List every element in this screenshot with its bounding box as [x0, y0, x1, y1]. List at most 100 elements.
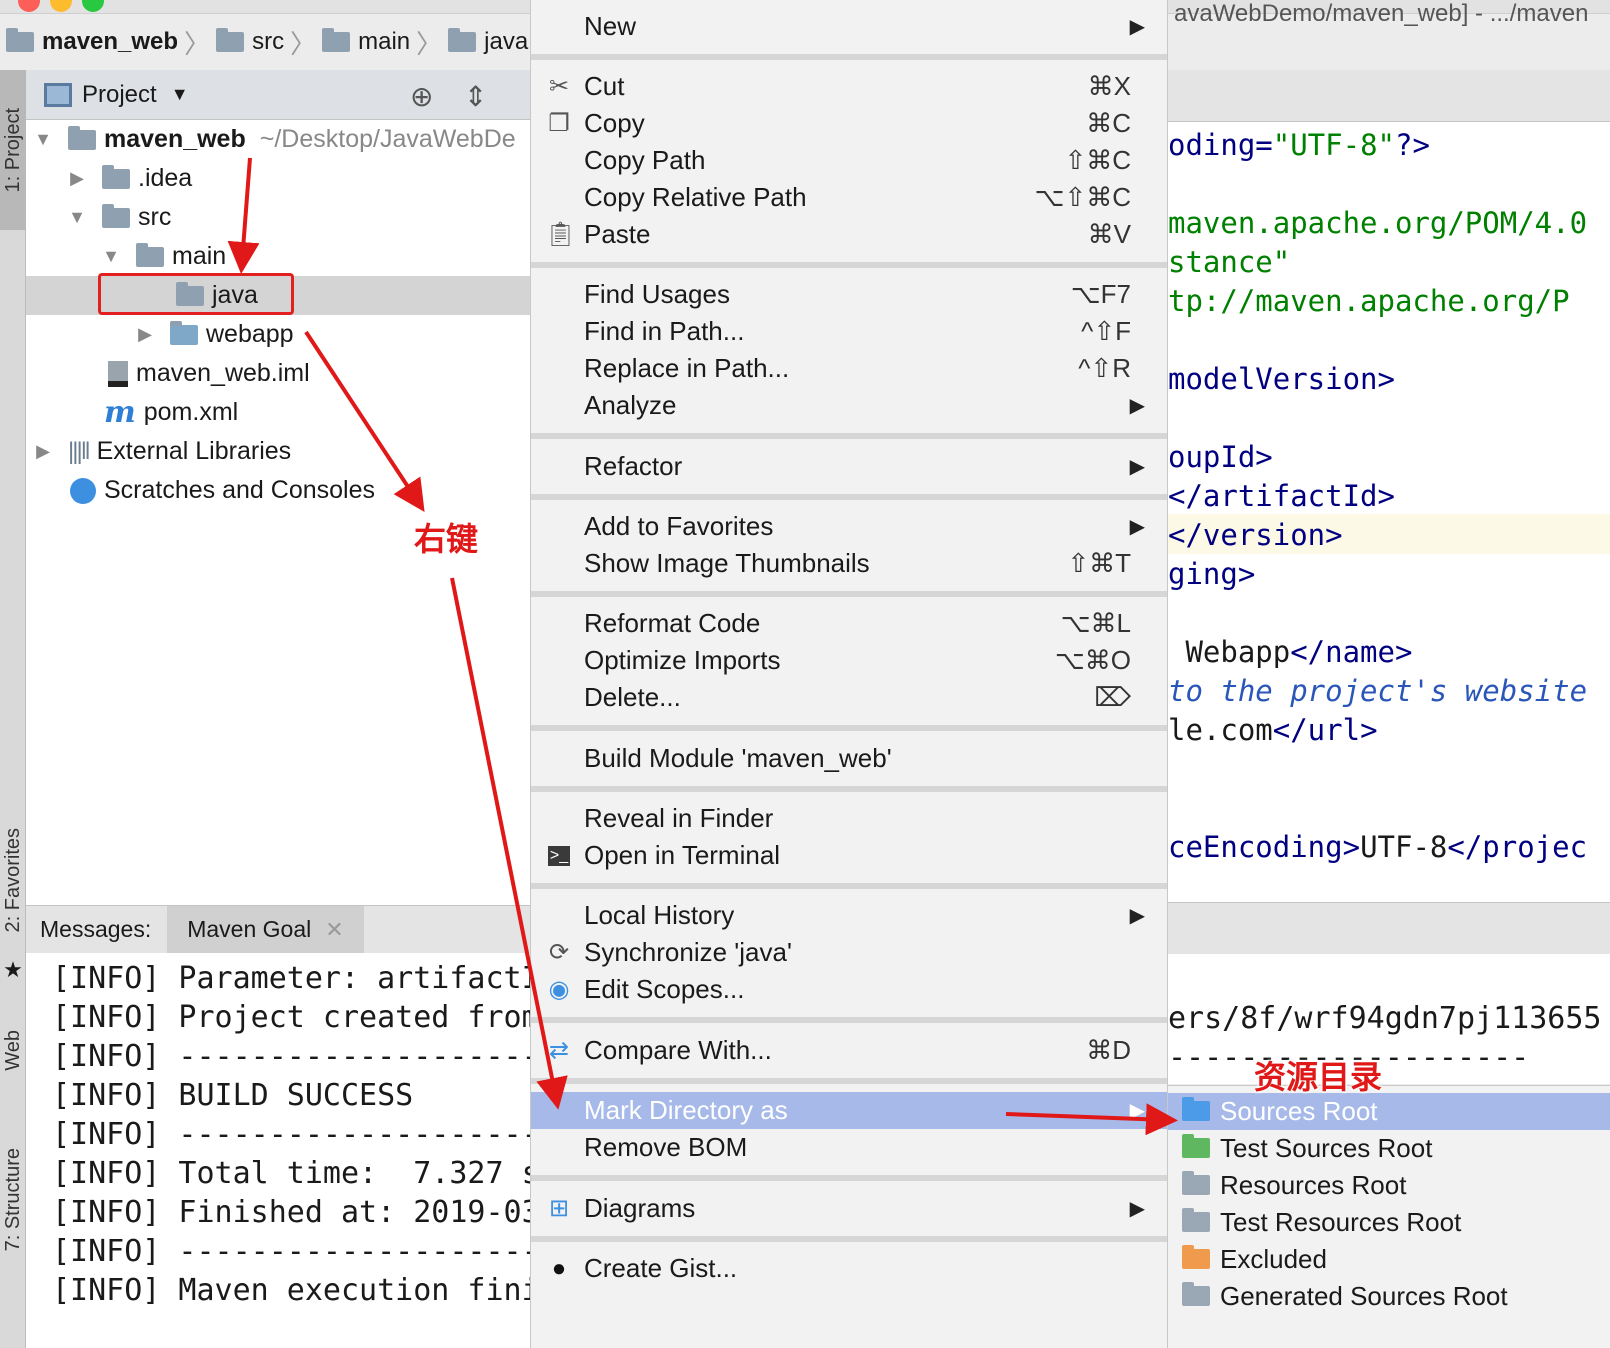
menu-item-analyze[interactable]: Analyze ▶: [531, 387, 1167, 424]
menu-item-shortcut: ^⇧R: [1078, 353, 1131, 383]
menu-item-new[interactable]: New ▶: [531, 8, 1167, 45]
menu-item-label: Copy Relative Path: [584, 182, 807, 212]
menu-item-label: Open in Terminal: [584, 840, 781, 870]
breadcrumb-item-maven-web[interactable]: maven_web: [6, 28, 178, 56]
project-view-selector[interactable]: Project: [82, 81, 157, 109]
zoom-window-button[interactable]: [82, 0, 104, 12]
tree-row-src[interactable]: ▼ src: [26, 198, 545, 237]
module-folder-icon: [68, 125, 96, 150]
tool-tab-structure[interactable]: 7: Structure: [0, 1130, 26, 1270]
close-icon[interactable]: ✕: [325, 917, 343, 943]
menu-item-paste[interactable]: 📋︎ Paste ⌘V: [531, 216, 1167, 253]
menu-item-refactor[interactable]: Refactor ▶: [531, 448, 1167, 485]
menu-separator: [531, 725, 1167, 731]
menu-item-shortcut: ⌘X: [1087, 71, 1131, 101]
code-token: ?>: [1394, 128, 1430, 162]
minimize-window-button[interactable]: [50, 0, 72, 12]
console-line: [INFO] BUILD SUCCESS: [52, 1078, 414, 1113]
tool-tab-web[interactable]: Web: [0, 1010, 26, 1090]
menu-item-copy[interactable]: ❐ Copy ⌘C: [531, 105, 1167, 142]
menu-item-compare-with[interactable]: ⇄ Compare With... ⌘D: [531, 1032, 1167, 1069]
excluded-folder-icon: [1182, 1245, 1210, 1269]
tab-maven-goal[interactable]: Maven Goal ✕: [167, 905, 364, 954]
tree-row-maven-web-iml[interactable]: maven_web.iml: [26, 354, 545, 393]
code-editor[interactable]: oding="UTF-8"?> maven.apache.org/POM/4.0 s…: [1168, 122, 1610, 902]
breadcrumb-item-main[interactable]: main: [322, 28, 410, 56]
tree-row-scratches[interactable]: Scratches and Consoles: [26, 471, 545, 510]
submenu-item-label: Sources Root: [1220, 1096, 1378, 1126]
menu-item-reformat-code[interactable]: Reformat Code ⌥⌘L: [531, 605, 1167, 642]
tree-row-external-libraries[interactable]: ▶ |||‖ External Libraries: [26, 432, 545, 471]
menu-item-label: Mark Directory as: [584, 1095, 788, 1125]
tree-row-webapp[interactable]: ▶ webapp: [26, 315, 545, 354]
tree-row-pom-xml[interactable]: m pom.xml: [26, 393, 545, 432]
menu-item-build-module[interactable]: Build Module 'maven_web': [531, 740, 1167, 777]
menu-item-find-usages[interactable]: Find Usages ⌥F7: [531, 276, 1167, 313]
submenu-item-generated-sources-root[interactable]: Generated Sources Root: [1168, 1278, 1610, 1315]
code-token: oding=: [1168, 128, 1273, 162]
close-window-button[interactable]: [18, 0, 40, 12]
submenu-item-test-resources-root[interactable]: Test Resources Root: [1168, 1204, 1610, 1241]
tree-row-label: .idea: [138, 164, 193, 192]
code-token: </version>: [1168, 518, 1343, 552]
menu-item-local-history[interactable]: Local History ▶: [531, 897, 1167, 934]
menu-item-replace-in-path[interactable]: Replace in Path... ^⇧R: [531, 350, 1167, 387]
locate-icon[interactable]: ⊕: [410, 80, 433, 113]
menu-item-find-in-path[interactable]: Find in Path... ^⇧F: [531, 313, 1167, 350]
menu-item-optimize-imports[interactable]: Optimize Imports ⌥⌘O: [531, 642, 1167, 679]
breadcrumb-item-src[interactable]: src: [216, 28, 284, 56]
menu-item-show-image-thumbnails[interactable]: Show Image Thumbnails ⇧⌘T: [531, 545, 1167, 582]
menu-item-open-in-terminal[interactable]: >_ Open in Terminal: [531, 837, 1167, 874]
scratch-icon: [70, 477, 96, 504]
code-line: le.com</url>: [1168, 713, 1378, 747]
menu-item-cut[interactable]: ✂ Cut ⌘X: [531, 68, 1167, 105]
chevron-down-icon[interactable]: ▼: [66, 207, 88, 228]
menu-item-copy-relative-path[interactable]: Copy Relative Path ⌥⇧⌘C: [531, 179, 1167, 216]
menu-item-remove-bom[interactable]: Remove BOM: [531, 1129, 1167, 1166]
chevron-down-icon[interactable]: ▼: [100, 246, 122, 267]
menu-item-label: Reveal in Finder: [584, 803, 774, 833]
annotation-source-dir: 资源目录: [1254, 1058, 1383, 1096]
breadcrumb-label: main: [358, 28, 411, 55]
chevron-right-icon[interactable]: ▶: [134, 324, 156, 345]
menu-separator: [531, 54, 1167, 60]
menu-item-create-gist[interactable]: ● Create Gist...: [531, 1250, 1167, 1287]
menu-item-label: Copy Path: [584, 145, 706, 175]
tool-tab-favorites[interactable]: 2: Favorites: [0, 810, 26, 950]
submenu-item-excluded[interactable]: Excluded: [1168, 1241, 1610, 1278]
menu-item-mark-directory-as[interactable]: Mark Directory as ▶: [531, 1092, 1167, 1129]
menu-item-label: Paste: [584, 219, 651, 249]
chevron-down-icon[interactable]: ▼: [171, 84, 189, 105]
code-line: ging>: [1168, 557, 1255, 591]
menu-item-edit-scopes[interactable]: ◉ Edit Scopes...: [531, 971, 1167, 1008]
submenu-item-test-sources-root[interactable]: Test Sources Root: [1168, 1130, 1610, 1167]
terminal-icon: >_: [548, 845, 570, 866]
chevron-right-icon[interactable]: ▶: [66, 168, 88, 189]
tree-row-label: maven_web: [104, 125, 246, 153]
menu-item-add-to-favorites[interactable]: Add to Favorites ▶: [531, 508, 1167, 545]
submenu-arrow-icon: ▶: [1129, 905, 1145, 927]
tree-row-idea[interactable]: ▶ .idea: [26, 159, 545, 198]
menu-item-copy-path[interactable]: Copy Path ⇧⌘C: [531, 142, 1167, 179]
menu-item-delete[interactable]: Delete... ⌦: [531, 679, 1167, 716]
menu-item-shortcut: ⌘V: [1087, 219, 1131, 249]
tree-row-main[interactable]: ▼ main: [26, 237, 545, 276]
submenu-item-resources-root[interactable]: Resources Root: [1168, 1167, 1610, 1204]
collapse-all-icon[interactable]: ⇕: [464, 80, 487, 113]
console-line: [INFO] --------------------: [52, 1234, 540, 1269]
project-tree: ▼ maven_web ~/Desktop/JavaWebDe ▶ .idea …: [26, 120, 545, 905]
breadcrumb-item-java[interactable]: java: [448, 28, 528, 56]
menu-item-shortcut: ⌦: [1094, 682, 1131, 712]
menu-item-synchronize[interactable]: ⟳ Synchronize 'java': [531, 934, 1167, 971]
chevron-right-icon[interactable]: ▶: [32, 441, 54, 462]
tree-row-maven-web[interactable]: ▼ maven_web ~/Desktop/JavaWebDe: [26, 120, 545, 159]
tool-tab-project[interactable]: 1: Project: [0, 70, 26, 230]
chevron-down-icon[interactable]: ▼: [32, 129, 54, 150]
code-token: UTF-8: [1360, 830, 1448, 864]
menu-item-label: New: [584, 11, 637, 41]
menu-item-reveal-in-finder[interactable]: Reveal in Finder: [531, 800, 1167, 837]
menu-item-diagrams[interactable]: ⊞ Diagrams ▶: [531, 1190, 1167, 1227]
console-line: [INFO] --------------------: [52, 1039, 540, 1074]
submenu-item-sources-root[interactable]: Sources Root: [1168, 1093, 1610, 1130]
code-line: to the project's website: [1168, 674, 1587, 708]
